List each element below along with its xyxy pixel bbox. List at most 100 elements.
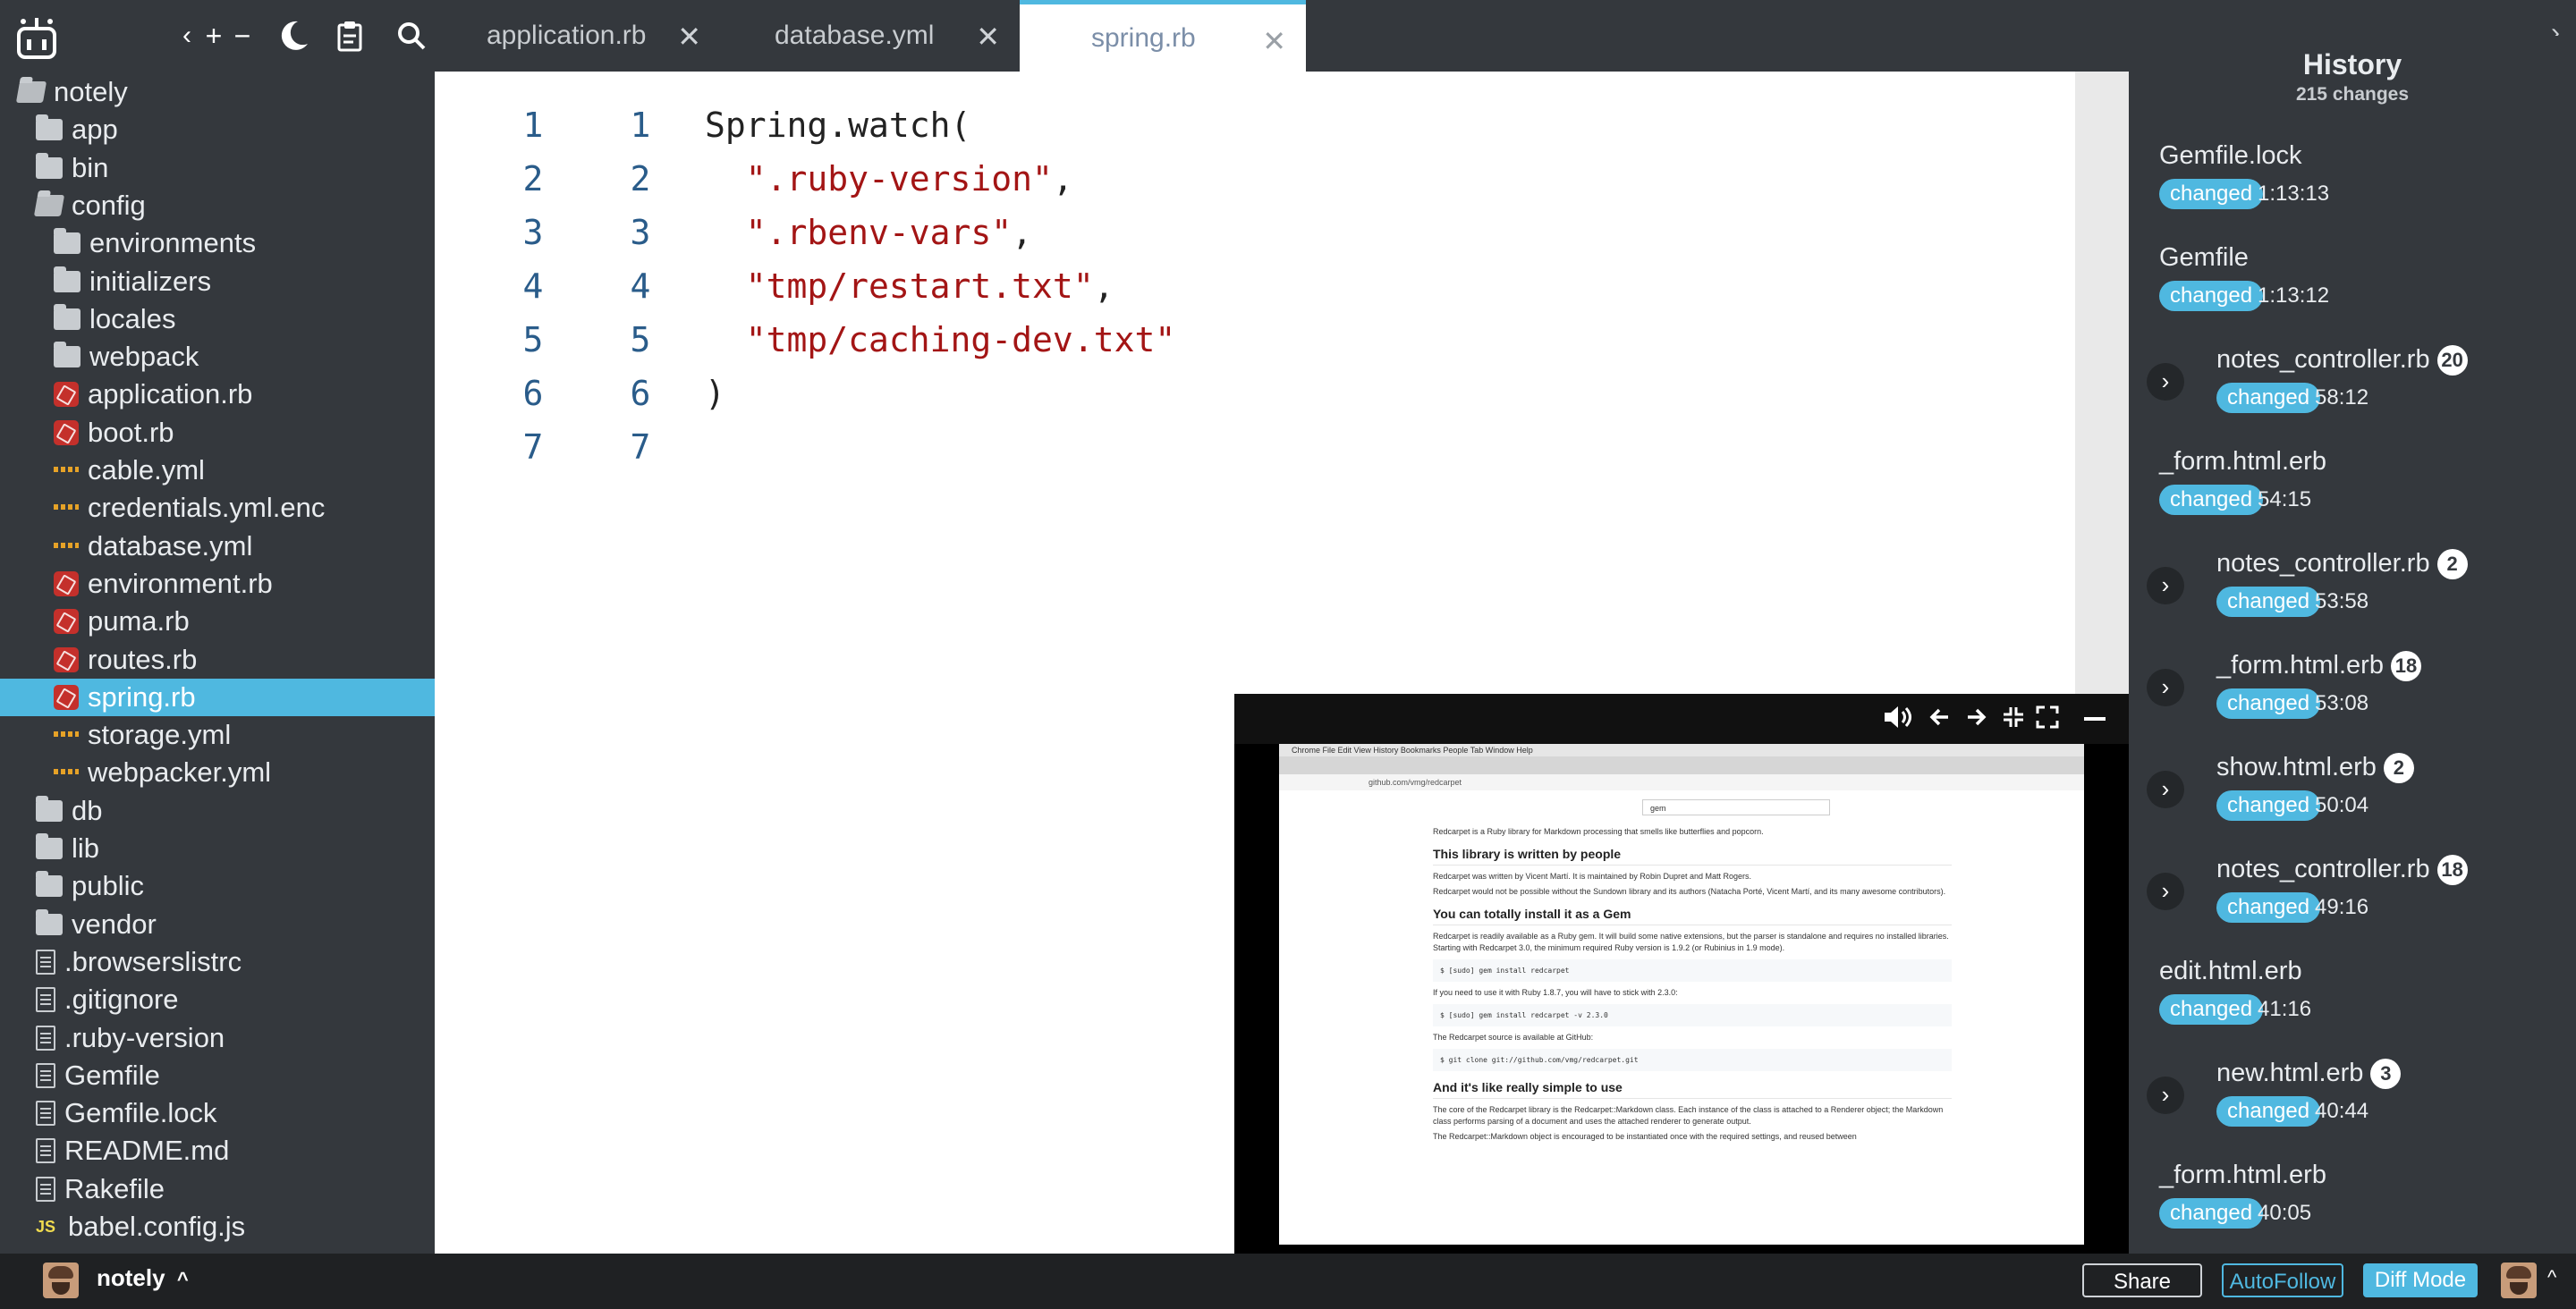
line-number-right: 2 — [630, 159, 651, 198]
tree-item-db[interactable]: db — [0, 792, 435, 830]
tree-item-babel-config-js[interactable]: JS babel.config.js — [0, 1208, 435, 1246]
arrow-left-icon[interactable] — [1928, 703, 1952, 738]
tree-item-rakefile[interactable]: Rakefile — [0, 1170, 435, 1208]
code-line[interactable]: 1 1 Spring.watch( — [435, 98, 2075, 152]
tree-item-label: public — [72, 870, 144, 902]
tree-item-gemfile-lock[interactable]: Gemfile.lock — [0, 1094, 435, 1132]
chevron-up-icon[interactable]: ^ — [2547, 1266, 2556, 1289]
clipboard-icon[interactable] — [333, 16, 369, 55]
tree-item-notely[interactable]: notely — [0, 73, 435, 111]
close-icon[interactable]: ✕ — [976, 20, 1000, 54]
tree-item-webpacker-yml[interactable]: webpacker.yml — [0, 754, 435, 791]
tree-item-label: lib — [72, 832, 100, 864]
history-item[interactable]: _form.html.erb changed 40:05 — [2129, 1161, 2576, 1259]
yaml-file-icon — [54, 728, 79, 742]
tree-item-cable-yml[interactable]: cable.yml — [0, 452, 435, 489]
chevron-left-icon[interactable]: ‹ — [177, 16, 197, 55]
code-text: ".ruby-version", — [705, 159, 1073, 198]
tab-application-rb[interactable]: application.rb ✕ — [435, 0, 721, 72]
video-overlay[interactable]: Chrome File Edit View History Bookmarks … — [1234, 694, 2129, 1254]
tree-item-application-rb[interactable]: application.rb — [0, 376, 435, 413]
tree-item-database-yml[interactable]: database.yml — [0, 528, 435, 565]
history-item[interactable]: Gemfile changed 1:13:12 — [2129, 243, 2576, 342]
history-item[interactable]: › notes_controller.rb 20 changed 58:12 — [2129, 345, 2576, 443]
avatar[interactable] — [43, 1263, 79, 1298]
chevron-up-icon[interactable]: ^ — [177, 1268, 189, 1290]
video-heading: This library is written by people — [1433, 847, 1952, 866]
code-line[interactable]: 6 6) — [435, 367, 2075, 420]
volume-icon[interactable] — [1882, 703, 1918, 738]
tree-item-webpack[interactable]: webpack — [0, 338, 435, 376]
code-line[interactable]: 5 5 "tmp/caching-dev.txt" — [435, 313, 2075, 367]
tree-item-gemfile[interactable]: Gemfile — [0, 1057, 435, 1094]
file-icon — [36, 1138, 55, 1164]
tree-item-ruby-version[interactable]: .ruby-version — [0, 1019, 435, 1057]
tree-item-gitignore[interactable]: .gitignore — [0, 981, 435, 1018]
code-line[interactable]: 4 4 "tmp/restart.txt", — [435, 259, 2075, 313]
tree-item-boot-rb[interactable]: boot.rb — [0, 414, 435, 452]
minimize-icon[interactable] — [2084, 717, 2106, 721]
history-time: 53:58 — [2315, 589, 2369, 613]
tree-item-app[interactable]: app — [0, 111, 435, 148]
tree-item-storage-yml[interactable]: storage.yml — [0, 716, 435, 754]
expand-chevron-icon[interactable]: › — [2147, 1077, 2184, 1114]
diff-mode-button[interactable]: Diff Mode — [2363, 1263, 2478, 1297]
code-line[interactable]: 77 — [435, 420, 2075, 474]
folder-icon — [36, 152, 63, 179]
tree-item-bin[interactable]: bin — [0, 149, 435, 187]
code-line[interactable]: 2 2 ".ruby-version", — [435, 152, 2075, 206]
history-item[interactable]: edit.html.erb changed 41:16 — [2129, 957, 2576, 1055]
history-file-name: _form.html.erb — [2159, 1161, 2326, 1189]
tab-database-yml[interactable]: database.yml ✕ — [721, 0, 1020, 72]
tree-item-locales[interactable]: locales — [0, 300, 435, 338]
history-item[interactable]: › show.html.erb 2 changed 50:04 — [2129, 753, 2576, 851]
plus-icon[interactable]: + — [202, 16, 225, 55]
code-line[interactable]: 3 3 ".rbenv-vars", — [435, 206, 2075, 259]
arrow-right-icon[interactable] — [1964, 703, 1987, 738]
tree-item-browserslistrc[interactable]: .browserslistrc — [0, 943, 435, 981]
history-file-name: Gemfile.lock — [2159, 141, 2302, 170]
expand-chevron-icon[interactable]: › — [2147, 363, 2184, 401]
tree-item-credentials-yml-enc[interactable]: credentials.yml.enc — [0, 489, 435, 527]
close-icon[interactable]: ✕ — [1262, 24, 1286, 58]
history-item[interactable]: _form.html.erb changed 54:15 — [2129, 447, 2576, 545]
changed-badge: changed — [2159, 1198, 2264, 1229]
tree-item-environments[interactable]: environments — [0, 224, 435, 262]
expand-chevron-icon[interactable]: › — [2147, 567, 2184, 604]
search-icon[interactable] — [392, 16, 431, 55]
tree-item-config[interactable]: config — [0, 187, 435, 224]
tree-item-puma-rb[interactable]: puma.rb — [0, 603, 435, 640]
avatar[interactable] — [2501, 1263, 2537, 1298]
autofollow-button[interactable]: AutoFollow — [2222, 1263, 2343, 1297]
history-item[interactable]: › notes_controller.rb 2 changed 53:58 — [2129, 549, 2576, 647]
moon-icon[interactable] — [274, 16, 313, 55]
tree-item-initializers[interactable]: initializers — [0, 263, 435, 300]
tree-item-environment-rb[interactable]: environment.rb — [0, 565, 435, 603]
expand-chevron-icon[interactable]: › — [2147, 669, 2184, 706]
tree-item-routes-rb[interactable]: routes.rb — [0, 641, 435, 679]
string-token: ".ruby-version" — [745, 159, 1053, 198]
history-item-name: notes_controller.rb 18 — [2216, 855, 2468, 886]
tree-item-label: initializers — [89, 265, 212, 297]
shrink-icon[interactable] — [2002, 703, 2025, 738]
folder-icon — [36, 833, 63, 859]
tree-item-spring-rb[interactable]: spring.rb — [0, 678, 435, 716]
project-name[interactable]: notely ^ — [97, 1264, 189, 1292]
expand-chevron-icon[interactable]: › — [2147, 873, 2184, 910]
history-item[interactable]: › new.html.erb 3 changed 40:44 — [2129, 1059, 2576, 1157]
minus-icon[interactable]: − — [231, 16, 254, 55]
tree-item-public[interactable]: public — [0, 867, 435, 905]
tree-item-readme-md[interactable]: README.md — [0, 1132, 435, 1170]
share-button[interactable]: Share — [2082, 1263, 2202, 1297]
history-item[interactable]: › notes_controller.rb 18 changed 49:16 — [2129, 855, 2576, 953]
tree-item-vendor[interactable]: vendor — [0, 906, 435, 943]
history-item[interactable]: › _form.html.erb 18 changed 53:08 — [2129, 651, 2576, 749]
history-item[interactable]: Gemfile.lock changed 1:13:13 — [2129, 141, 2576, 240]
close-icon[interactable]: ✕ — [677, 20, 701, 54]
video-controls — [1234, 694, 2129, 744]
robot-logo-icon[interactable] — [16, 16, 57, 59]
expand-chevron-icon[interactable]: › — [2147, 771, 2184, 808]
tab-spring-rb[interactable]: spring.rb ✕ — [1020, 0, 1306, 72]
tree-item-lib[interactable]: lib — [0, 830, 435, 867]
fullscreen-icon[interactable] — [2036, 703, 2059, 738]
